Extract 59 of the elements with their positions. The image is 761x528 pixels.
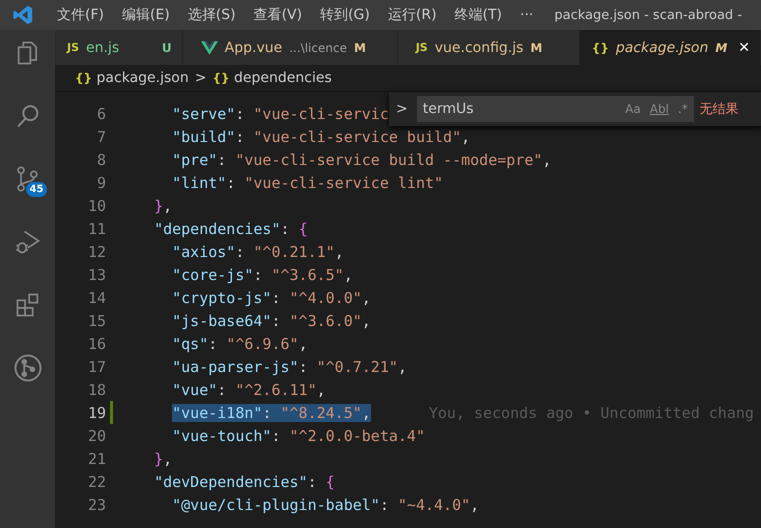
line-number: 14	[86, 288, 106, 306]
line-number: 7	[96, 128, 106, 146]
code-line: "ua-parser-js": "^0.7.21",	[171, 358, 407, 376]
menu-item[interactable]: 转到(G)	[311, 6, 379, 24]
line-number: 13	[86, 266, 106, 284]
blame-annotation: You, seconds ago • Uncommitted chang	[428, 404, 754, 422]
code-line: "crypto-js": "^4.0.0",	[171, 288, 371, 306]
code-line: "serve": "vue-cli-servic	[171, 104, 389, 122]
menu-item[interactable]: 运行(R)	[378, 6, 446, 24]
breadcrumb-separator: >	[194, 70, 206, 86]
code-line: "vue": "^2.6.11",	[171, 380, 326, 398]
line-number: 9	[96, 174, 106, 192]
menu-item[interactable]: 编辑(E)	[112, 6, 179, 24]
code-line: },	[153, 450, 172, 468]
line-number: 23	[86, 496, 106, 514]
line-number: 6	[96, 104, 106, 122]
run-debug-icon[interactable]	[14, 228, 42, 256]
menu-item[interactable]: 选择(S)	[178, 6, 245, 24]
code-line: "js-base64": "^3.6.0",	[171, 312, 371, 330]
line-number: 20	[86, 426, 106, 444]
editor-tab[interactable]: App.vue ...\licence M	[182, 30, 398, 65]
line-number: 10	[86, 196, 106, 214]
breadcrumb-item[interactable]: {} package.json	[75, 70, 189, 86]
code-line: "lint": "vue-cli-service lint"	[171, 174, 444, 192]
code-line: "@vue/cli-plugin-babel": "~4.4.0",	[171, 496, 480, 514]
badge: 45	[26, 182, 48, 197]
code-line: "vue-touch": "^2.0.0-beta.4"	[171, 426, 425, 444]
editor-tab[interactable]: JS en.js U	[55, 30, 183, 65]
find-result: 无结果	[700, 101, 739, 118]
code-line: },	[153, 196, 172, 214]
line-number: 11	[86, 220, 106, 238]
window-title: package.json - scan-abroad -	[554, 8, 742, 22]
menu-item[interactable]: 终端(T)	[446, 6, 512, 24]
line-number: 17	[86, 358, 106, 376]
editor-tab[interactable]: {} package.json M ✕	[580, 30, 761, 65]
line-number: 16	[86, 334, 106, 352]
breadcrumb-item[interactable]: {} dependencies	[212, 70, 332, 86]
line-number: 21	[86, 450, 106, 468]
code-line: "axios": "^0.21.1",	[171, 242, 344, 260]
line-number: 18	[86, 380, 106, 398]
more-menu[interactable]: ···	[511, 7, 542, 23]
line-number: 22	[86, 472, 106, 490]
code-line: "devDependencies": {	[153, 472, 335, 490]
code-line: "qs": "^6.9.6",	[171, 334, 308, 352]
editor-tab[interactable]: JS vue.config.js M	[398, 30, 580, 65]
menu-item[interactable]: 文件(F)	[48, 6, 113, 24]
menu-item[interactable]: 查看(V)	[244, 6, 312, 24]
code-line: "dependencies": {	[153, 220, 308, 238]
code-line: "core-js": "^3.6.5",	[171, 266, 353, 284]
line-number: 8	[96, 150, 106, 168]
code-line: "build": "vue-cli-service build",	[171, 128, 470, 146]
git-graph-icon[interactable]	[12, 353, 42, 383]
vscode-logo-icon	[12, 4, 34, 26]
replace-toggle[interactable]: >	[393, 101, 411, 117]
line-number: 15	[86, 312, 106, 330]
line-number: 12	[86, 242, 106, 260]
line-number: 19	[86, 404, 106, 422]
code-line: "pre": "vue-cli-service build --mode=pre",	[171, 150, 552, 168]
vue-file-icon	[200, 40, 218, 54]
